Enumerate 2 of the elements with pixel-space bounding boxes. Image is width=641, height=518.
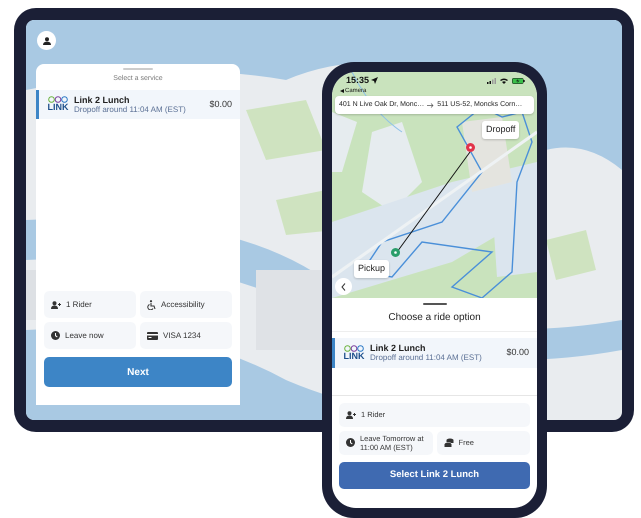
clock-icon bbox=[346, 438, 355, 448]
select-ride-button[interactable]: Select Link 2 Lunch bbox=[339, 462, 530, 489]
